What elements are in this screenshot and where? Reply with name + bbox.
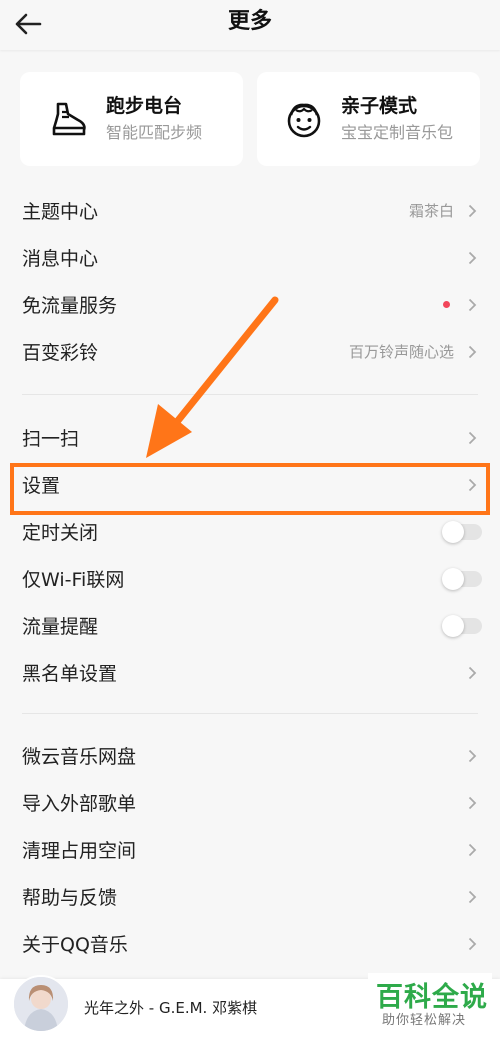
menu-item-blacklist[interactable]: 黑名单设置 (0, 649, 500, 696)
chevron-right-icon (466, 477, 478, 493)
sleep-timer-toggle[interactable] (442, 520, 482, 543)
menu-item-import-playlist[interactable]: 导入外部歌单 (0, 779, 500, 826)
menu-item-cloud-drive[interactable]: 微云音乐网盘 (0, 732, 500, 779)
chevron-right-icon (466, 344, 478, 360)
watermark-logo: 百科全说 助你轻松解决 (368, 973, 492, 1035)
card-title: 亲子模式 (341, 95, 418, 117)
menu-item-scan[interactable]: 扫一扫 (0, 414, 500, 461)
menu-item-about[interactable]: 关于QQ音乐 (0, 920, 500, 967)
settings-section-3: 微云音乐网盘 导入外部歌单 清理占用空间 帮助与反馈 关于QQ音乐 (0, 732, 500, 967)
menu-item-label: 设置 (22, 475, 61, 497)
menu-item-label: 流量提醒 (22, 616, 99, 638)
menu-item-data-reminder[interactable]: 流量提醒 (0, 602, 500, 649)
chevron-right-icon (466, 795, 478, 811)
settings-section-2: 扫一扫 设置 定时关闭 仅Wi-Fi联网 流量提醒 黑名单设置 (0, 414, 500, 696)
menu-item-ringtone[interactable]: 百变彩铃 百万铃声随心选 (0, 328, 500, 375)
menu-item-label: 导入外部歌单 (22, 793, 137, 815)
chevron-right-icon (466, 665, 478, 681)
now-playing-title[interactable]: 光年之外 - G.E.M. 邓紫棋 (84, 997, 257, 1018)
baby-face-icon (281, 96, 327, 142)
wifi-only-toggle[interactable] (442, 567, 482, 590)
top-bar: 更多 (0, 0, 500, 50)
menu-item-label: 清理占用空间 (22, 840, 137, 862)
data-reminder-toggle[interactable] (442, 614, 482, 637)
menu-item-label: 百变彩铃 (22, 342, 99, 364)
parent-child-mode-card[interactable]: 亲子模式 宝宝定制音乐包 (257, 72, 480, 166)
menu-item-theme-center[interactable]: 主题中心 霜茶白 (0, 187, 500, 234)
menu-item-value: 百万铃声随心选 (348, 343, 454, 361)
chevron-right-icon (466, 842, 478, 858)
page-title: 更多 (227, 9, 272, 34)
watermark-sub: 助你轻松解决 (382, 1013, 467, 1028)
card-title: 跑步电台 (106, 95, 183, 117)
toggle-knob (442, 567, 464, 590)
section-divider (22, 713, 478, 714)
album-cover[interactable] (12, 975, 70, 1033)
menu-item-value: 霜茶白 (408, 202, 454, 220)
red-dot-badge (443, 301, 450, 308)
menu-item-label: 关于QQ音乐 (22, 934, 128, 956)
menu-item-label: 免流量服务 (22, 295, 118, 317)
menu-item-sleep-timer[interactable]: 定时关闭 (0, 508, 500, 555)
menu-item-label: 微云音乐网盘 (22, 746, 137, 768)
menu-item-wifi-only[interactable]: 仅Wi-Fi联网 (0, 555, 500, 602)
chevron-right-icon (466, 430, 478, 446)
toggle-knob (442, 520, 464, 543)
chevron-right-icon (466, 250, 478, 266)
toggle-knob (442, 614, 464, 637)
menu-item-message-center[interactable]: 消息中心 (0, 234, 500, 281)
menu-item-label: 仅Wi-Fi联网 (22, 569, 125, 591)
menu-item-label: 黑名单设置 (22, 663, 118, 685)
menu-item-label: 主题中心 (22, 201, 99, 223)
chevron-right-icon (466, 203, 478, 219)
menu-item-help-feedback[interactable]: 帮助与反馈 (0, 873, 500, 920)
chevron-right-icon (466, 297, 478, 313)
chevron-right-icon (466, 936, 478, 952)
section-divider (22, 394, 478, 395)
mini-player[interactable]: 光年之外 - G.E.M. 邓紫棋 百科全说 助你轻松解决 (0, 973, 500, 1039)
settings-section-1: 主题中心 霜茶白 消息中心 免流量服务 百变彩铃 百万铃声随心选 (0, 187, 500, 375)
menu-item-free-data-service[interactable]: 免流量服务 (0, 281, 500, 328)
card-subtitle: 宝宝定制音乐包 (341, 123, 454, 142)
menu-item-settings[interactable]: 设置 (0, 461, 500, 508)
menu-item-label: 扫一扫 (22, 428, 80, 450)
card-subtitle: 智能匹配步频 (106, 123, 203, 142)
chevron-right-icon (466, 889, 478, 905)
menu-item-label: 定时关闭 (22, 522, 99, 544)
menu-item-clear-storage[interactable]: 清理占用空间 (0, 826, 500, 873)
chevron-right-icon (466, 748, 478, 764)
menu-item-label: 帮助与反馈 (22, 887, 118, 909)
menu-item-label: 消息中心 (22, 248, 99, 270)
running-radio-card[interactable]: 跑步电台 智能匹配步频 (20, 72, 243, 166)
running-shoe-icon (46, 96, 92, 142)
